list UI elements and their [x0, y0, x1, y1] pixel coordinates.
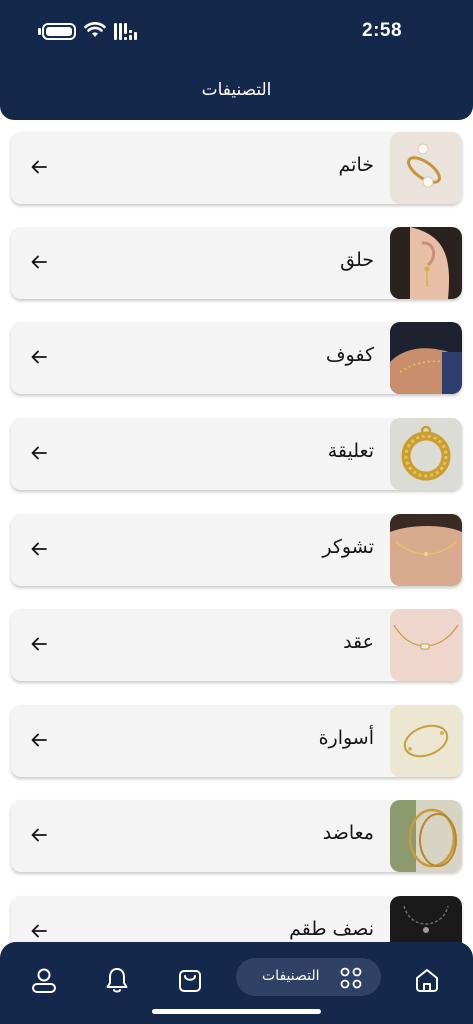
necklace-image	[390, 609, 462, 681]
arrow-left-icon	[31, 255, 47, 269]
category-card-bangle[interactable]: معاضد	[11, 800, 462, 872]
wifi-icon	[84, 22, 106, 37]
bangle-image	[390, 800, 462, 872]
category-card-hand-chain[interactable]: كفوف	[11, 322, 462, 394]
arrow-left-icon	[31, 924, 47, 938]
earring-image	[390, 227, 462, 299]
category-label: أسوارة	[318, 727, 374, 749]
nav-cart[interactable]	[170, 960, 210, 1000]
category-label: نصف طقم	[289, 918, 374, 940]
category-label: حلق	[340, 249, 374, 271]
page-title: التصنيفات	[201, 80, 272, 100]
category-card-ring[interactable]: خاتم	[11, 132, 462, 204]
profile-icon	[32, 968, 56, 993]
ring-image	[390, 132, 462, 204]
home-indicator	[152, 1009, 321, 1014]
screen: 2:58 التصنيفات خاتم حلق كفوف تعليقة تشوك…	[0, 0, 473, 1024]
cart-icon	[179, 970, 201, 992]
pendant-image	[390, 418, 462, 490]
category-label: كفوف	[325, 344, 374, 366]
arrow-left-icon	[31, 446, 47, 460]
battery-tip	[38, 28, 41, 35]
header: 2:58 التصنيفات	[0, 0, 473, 120]
bell-icon	[106, 968, 128, 993]
battery-icon	[42, 23, 76, 40]
category-label: خاتم	[338, 154, 374, 176]
nav-profile[interactable]	[24, 960, 64, 1000]
category-card-bracelet[interactable]: أسوارة	[11, 705, 462, 777]
category-label: تعليقة	[327, 440, 374, 462]
home-icon	[416, 969, 438, 992]
category-label: عقد	[343, 631, 374, 653]
categories-icon	[340, 967, 362, 989]
arrow-left-icon	[31, 637, 47, 651]
category-card-choker[interactable]: تشوكر	[11, 514, 462, 586]
status-time: 2:58	[362, 20, 403, 41]
nav-categories[interactable]: التصنيفات	[236, 958, 381, 996]
arrow-left-icon	[31, 733, 47, 747]
category-card-pendant[interactable]: تعليقة	[11, 418, 462, 490]
arrow-left-icon	[31, 542, 47, 556]
nav-notifications[interactable]	[97, 960, 137, 1000]
category-card-earring[interactable]: حلق	[11, 227, 462, 299]
category-label: تشوكر	[322, 536, 374, 558]
hand-chain-image	[390, 322, 462, 394]
arrow-left-icon	[31, 160, 47, 174]
signal-icon	[114, 23, 137, 40]
category-label: معاضد	[322, 822, 374, 844]
bracelet-image	[390, 705, 462, 777]
category-card-necklace[interactable]: عقد	[11, 609, 462, 681]
arrow-left-icon	[31, 350, 47, 364]
choker-image	[390, 514, 462, 586]
nav-categories-label: التصنيفات	[262, 968, 320, 984]
arrow-left-icon	[31, 828, 47, 842]
nav-home[interactable]	[407, 960, 447, 1000]
